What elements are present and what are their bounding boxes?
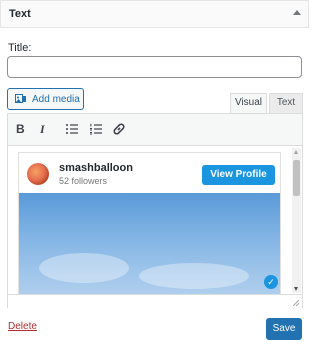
editor-toolbar: B I: [8, 114, 302, 146]
title-label: Title:: [8, 42, 32, 54]
tab-visual[interactable]: Visual: [230, 93, 267, 113]
scroll-up-arrow-icon[interactable]: [294, 150, 298, 154]
scroll-down-arrow-icon[interactable]: [294, 287, 298, 291]
numbered-list-icon: [90, 123, 102, 135]
widget-title: Text: [9, 8, 31, 20]
embed-followers: 52 followers: [59, 176, 108, 186]
editor-resize-bar: [8, 294, 302, 308]
widget-header[interactable]: Text: [0, 0, 309, 28]
editor-content[interactable]: smashballoon 52 followers View Profile ✓: [8, 146, 302, 294]
embed-photo: ✓: [19, 193, 280, 294]
resize-handle-icon[interactable]: [293, 300, 299, 306]
embed-username: smashballoon: [59, 162, 133, 174]
delete-link[interactable]: Delete: [8, 321, 37, 332]
avatar: [27, 163, 49, 185]
bold-button[interactable]: B: [16, 121, 32, 137]
link-icon: [113, 123, 125, 135]
add-media-button[interactable]: Add media: [7, 88, 84, 110]
editor-scrollbar[interactable]: [292, 148, 301, 293]
italic-button[interactable]: I: [40, 121, 56, 137]
verified-check-icon: ✓: [264, 275, 278, 289]
scroll-thumb[interactable]: [293, 160, 300, 196]
cloud-shape: [39, 253, 129, 283]
tab-text[interactable]: Text: [269, 93, 303, 113]
add-media-label: Add media: [32, 94, 80, 105]
save-button[interactable]: Save: [266, 318, 302, 340]
embed-header: smashballoon 52 followers View Profile: [19, 153, 280, 193]
title-input[interactable]: [7, 56, 302, 78]
view-profile-button[interactable]: View Profile: [202, 165, 275, 185]
cloud-shape: [139, 263, 249, 289]
bullet-list-icon: [66, 124, 78, 134]
collapse-arrow-icon[interactable]: [293, 10, 301, 15]
numbered-list-button[interactable]: [88, 121, 104, 137]
add-media-icon: [15, 94, 26, 103]
bullet-list-button[interactable]: [64, 121, 80, 137]
text-widget: Text Title: Add media Visual Text B I sm…: [0, 0, 309, 350]
editor: B I smashballoon 52 followers View Profi…: [7, 113, 303, 308]
instagram-embed-card: smashballoon 52 followers View Profile ✓: [18, 152, 281, 294]
insert-link-button[interactable]: [111, 121, 127, 137]
